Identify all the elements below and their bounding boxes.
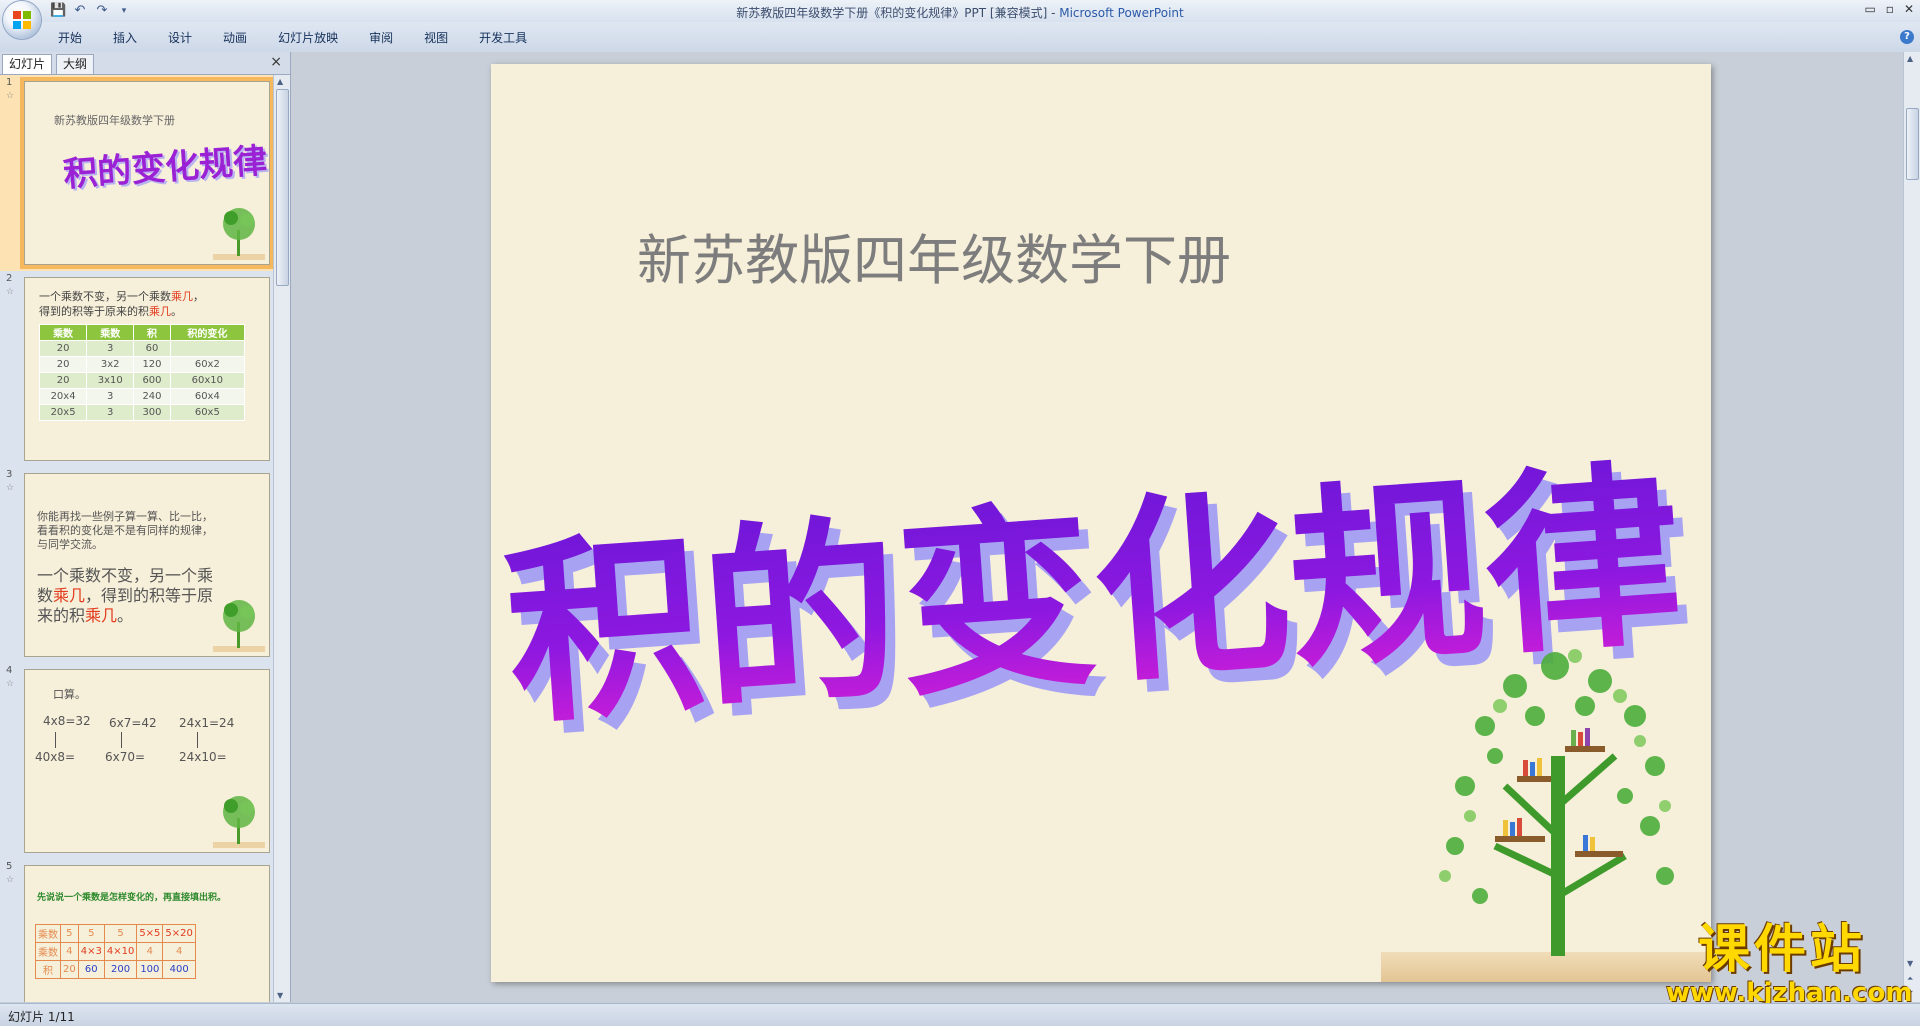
scroll-up-icon[interactable]: ▲ <box>1907 54 1913 63</box>
tab-review[interactable]: 审阅 <box>369 29 393 46</box>
tab-outline[interactable]: 大纲 <box>56 54 95 74</box>
animation-star-icon: ☆ <box>6 287 15 297</box>
slide-counter: 幻灯片 1/11 <box>8 1010 75 1024</box>
tree-image <box>213 796 265 848</box>
thumbnail-slide-2[interactable]: 2 ☆ 一个乘数不变，另一个乘数乘几， 得到的积等于原来的积乘几。 乘数 乘数积积… <box>0 271 273 467</box>
ribbon: 开始 插入 设计 动画 幻灯片放映 审阅 视图 开发工具 ? <box>0 22 1920 53</box>
close-pane-icon[interactable]: × <box>270 54 282 70</box>
thumbnail-slide-4[interactable]: 4 ☆ 口算。 4x8=32 6x7=42 24x1=24 40x8= 6x70… <box>0 663 273 859</box>
scroll-up-icon[interactable]: ▲ <box>277 77 283 86</box>
status-bar: 幻灯片 1/11 <box>0 1003 1920 1026</box>
tree-image <box>213 600 265 652</box>
office-logo-icon <box>13 11 31 29</box>
tab-insert[interactable]: 插入 <box>113 29 137 46</box>
slides-pane: 幻灯片 大纲 × 1 ☆ 新苏教版四年级数学下册 积的变化规律 2 ☆ 一个乘数… <box>0 52 291 1002</box>
close-button[interactable]: ✕ <box>1904 2 1914 16</box>
thumbnail-slide-1[interactable]: 1 ☆ 新苏教版四年级数学下册 积的变化规律 <box>0 75 273 271</box>
scroll-down-icon[interactable]: ▼ <box>1907 959 1913 968</box>
maximize-button[interactable]: ▫ <box>1886 2 1894 16</box>
tab-design[interactable]: 设计 <box>168 29 192 46</box>
editor-scrollbar[interactable]: ▲ ▼ ⏶ ⏷ <box>1903 52 1920 1002</box>
window-title: 新苏教版四年级数学下册《积的变化规律》PPT [兼容模式] - Microsof… <box>736 6 1184 20</box>
scroll-down-icon[interactable]: ▼ <box>277 991 283 1000</box>
current-slide[interactable]: 新苏教版四年级数学下册 积的变化规律 积的变化规律 <box>491 64 1711 982</box>
tab-view[interactable]: 视图 <box>424 29 448 46</box>
tab-slides[interactable]: 幻灯片 <box>2 54 53 74</box>
thumbnail-table: 乘数 乘数积积的变化 20 3 60 20 3x2 120 60x2 20 3x10 600 60… <box>38 324 246 421</box>
floor-decoration <box>1381 952 1711 982</box>
tab-home[interactable]: 开始 <box>58 29 82 46</box>
animation-star-icon: ☆ <box>6 483 15 493</box>
tree-image <box>213 208 265 260</box>
office-button[interactable] <box>3 1 41 39</box>
animation-star-icon: ☆ <box>6 679 15 689</box>
scroll-thumb[interactable] <box>276 89 289 286</box>
pane-scrollbar[interactable]: ▲ ▼ <box>273 75 290 1002</box>
thumbnail-slide-5[interactable]: 5 ☆ 先说说一个乘数是怎样变化的，再直接填出积。 乘数 5 5 5 5×5 5×20 乘… <box>0 859 273 1002</box>
tab-developer[interactable]: 开发工具 <box>479 29 527 46</box>
minimize-button[interactable]: ▭ <box>1864 2 1875 16</box>
help-icon[interactable]: ? <box>1900 30 1914 44</box>
bookshelf-tree-image <box>1439 649 1674 956</box>
animation-star-icon: ☆ <box>6 91 15 101</box>
thumbnail-slide-3[interactable]: 3 ☆ 你能再找一些例子算一算、比一比， 看看积的变化是不是有同样的规律， 与同… <box>0 467 273 663</box>
slide-subtitle[interactable]: 新苏教版四年级数学下册 <box>637 216 1231 295</box>
thumbnail-table: 乘数 5 5 5 5×5 5×20 乘数 4 4×3 4×10 4 4 积 20 60 200 100 400 <box>35 924 196 979</box>
animation-star-icon: ☆ <box>6 875 15 885</box>
site-watermark: 课件站 www.kjzhan.com <box>1666 920 1913 1008</box>
scroll-thumb[interactable] <box>1906 108 1919 180</box>
title-bar: 💾 ↶ ↷ ▾ 新苏教版四年级数学下册《积的变化规律》PPT [兼容模式] - … <box>0 0 1920 22</box>
tab-slideshow[interactable]: 幻灯片放映 <box>278 29 338 46</box>
tab-animation[interactable]: 动画 <box>223 29 247 46</box>
